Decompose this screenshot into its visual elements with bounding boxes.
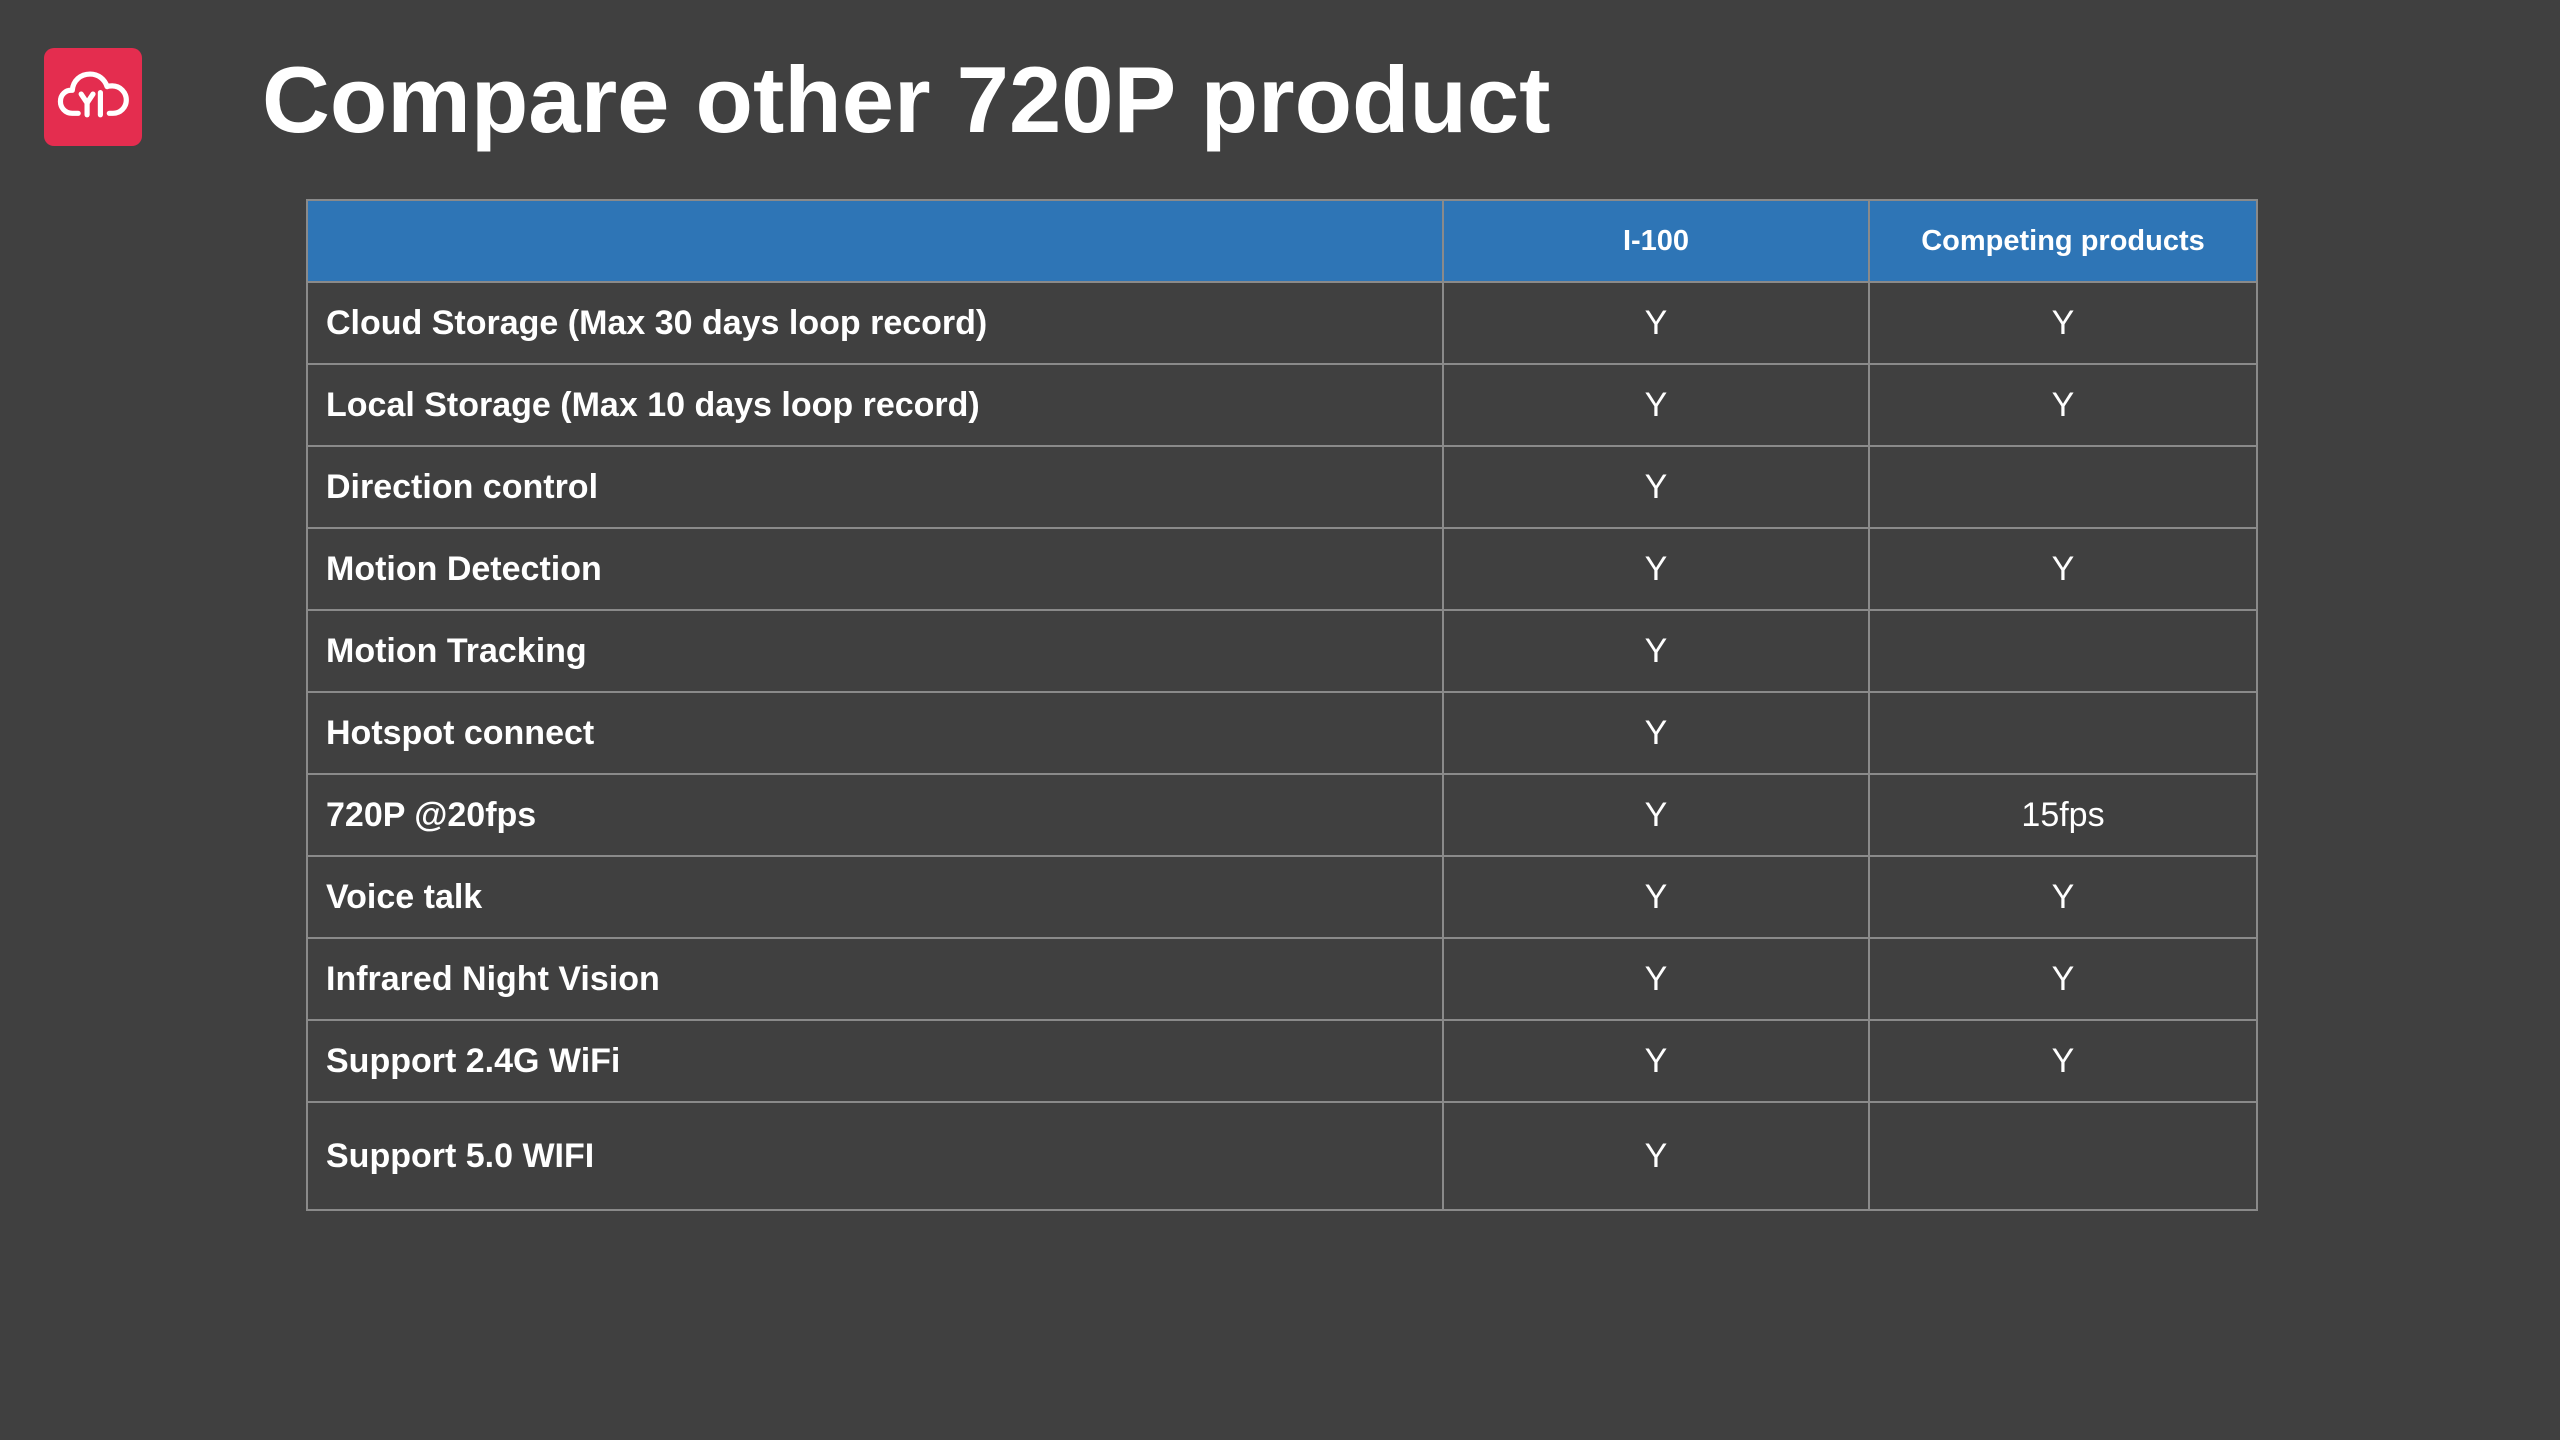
table-row: Support 5.0 WIFI Y bbox=[306, 1101, 2258, 1211]
competing-cell bbox=[1868, 691, 2258, 775]
i100-cell: Y bbox=[1442, 281, 1870, 365]
table-row: 720P @20fps Y 15fps bbox=[306, 773, 2258, 857]
table-row: Direction control Y bbox=[306, 445, 2258, 529]
feature-cell: Support 5.0 WIFI bbox=[306, 1101, 1444, 1211]
i100-cell: Y bbox=[1442, 363, 1870, 447]
page-title: Compare other 720P product bbox=[262, 47, 1551, 152]
feature-cell: Direction control bbox=[306, 445, 1444, 529]
table-row: Infrared Night Vision Y Y bbox=[306, 937, 2258, 1021]
feature-cell: Infrared Night Vision bbox=[306, 937, 1444, 1021]
i100-cell: Y bbox=[1442, 773, 1870, 857]
table-row: Voice talk Y Y bbox=[306, 855, 2258, 939]
competing-cell bbox=[1868, 609, 2258, 693]
competing-cell: Y bbox=[1868, 281, 2258, 365]
i100-cell: Y bbox=[1442, 445, 1870, 529]
feature-cell: Cloud Storage (Max 30 days loop record) bbox=[306, 281, 1444, 365]
i100-cell: Y bbox=[1442, 1101, 1870, 1211]
competing-cell bbox=[1868, 445, 2258, 529]
feature-cell: Motion Detection bbox=[306, 527, 1444, 611]
table-row: Motion Tracking Y bbox=[306, 609, 2258, 693]
competing-cell: Y bbox=[1868, 855, 2258, 939]
table-row: Local Storage (Max 10 days loop record) … bbox=[306, 363, 2258, 447]
header-feature bbox=[306, 199, 1444, 283]
table-header-row: I-100 Competing products bbox=[306, 199, 2258, 283]
competing-cell bbox=[1868, 1101, 2258, 1211]
competing-cell: Y bbox=[1868, 527, 2258, 611]
i100-cell: Y bbox=[1442, 855, 1870, 939]
table-row: Hotspot connect Y bbox=[306, 691, 2258, 775]
competing-cell: Y bbox=[1868, 363, 2258, 447]
table-row: Support 2.4G WiFi Y Y bbox=[306, 1019, 2258, 1103]
i100-cell: Y bbox=[1442, 937, 1870, 1021]
competing-cell: Y bbox=[1868, 937, 2258, 1021]
competing-cell: 15fps bbox=[1868, 773, 2258, 857]
table-row: Cloud Storage (Max 30 days loop record) … bbox=[306, 281, 2258, 365]
brand-logo bbox=[44, 48, 142, 146]
i100-cell: Y bbox=[1442, 527, 1870, 611]
table-row: Motion Detection Y Y bbox=[306, 527, 2258, 611]
comparison-table: I-100 Competing products Cloud Storage (… bbox=[306, 199, 2258, 1211]
feature-cell: Hotspot connect bbox=[306, 691, 1444, 775]
feature-cell: Local Storage (Max 10 days loop record) bbox=[306, 363, 1444, 447]
competing-cell: Y bbox=[1868, 1019, 2258, 1103]
slide: Compare other 720P product I-100 Competi… bbox=[0, 0, 2560, 1440]
feature-cell: Support 2.4G WiFi bbox=[306, 1019, 1444, 1103]
feature-cell: 720P @20fps bbox=[306, 773, 1444, 857]
feature-cell: Voice talk bbox=[306, 855, 1444, 939]
header-competing: Competing products bbox=[1868, 199, 2258, 283]
i100-cell: Y bbox=[1442, 691, 1870, 775]
i100-cell: Y bbox=[1442, 1019, 1870, 1103]
i100-cell: Y bbox=[1442, 609, 1870, 693]
header-i100: I-100 bbox=[1442, 199, 1870, 283]
feature-cell: Motion Tracking bbox=[306, 609, 1444, 693]
cloud-yi-logo-icon bbox=[57, 71, 129, 118]
